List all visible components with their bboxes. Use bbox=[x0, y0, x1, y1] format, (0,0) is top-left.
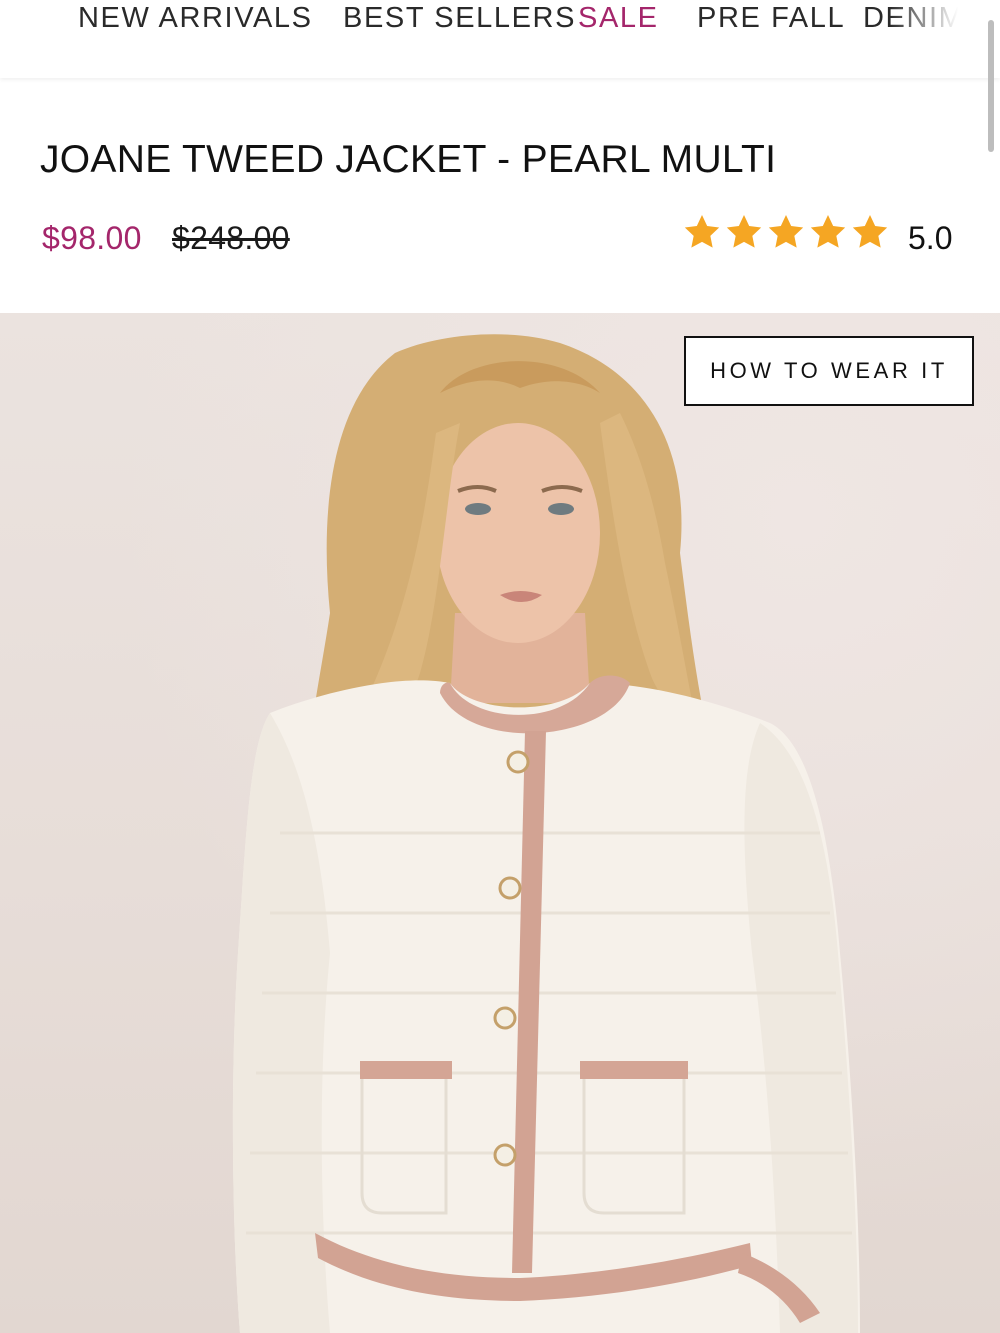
top-nav: NEW ARRIVALS BEST SELLERS SALE PRE FALL … bbox=[0, 0, 1000, 78]
star-icon bbox=[852, 215, 888, 248]
star-icon bbox=[810, 215, 846, 248]
rating-value[interactable]: 5.0 bbox=[908, 220, 952, 257]
original-price: $248.00 bbox=[172, 220, 290, 256]
page-scrollbar[interactable] bbox=[988, 20, 994, 152]
product-title: JOANE TWEED JACKET - PEARL MULTI bbox=[40, 138, 777, 181]
star-icon bbox=[768, 215, 804, 248]
star-icon bbox=[726, 215, 762, 248]
nav-item-sale[interactable]: SALE bbox=[578, 0, 659, 36]
sale-price: $98.00 bbox=[42, 220, 142, 256]
nav-item-pre-fall[interactable]: PRE FALL bbox=[697, 0, 845, 36]
nav-item-new-arrivals[interactable]: NEW ARRIVALS bbox=[78, 0, 313, 36]
star-icon bbox=[684, 215, 720, 248]
model-illustration bbox=[232, 334, 860, 1333]
nav-item-best-sellers[interactable]: BEST SELLERS bbox=[343, 0, 576, 36]
product-image[interactable] bbox=[0, 313, 1000, 1333]
nav-overflow-fade bbox=[890, 0, 970, 40]
how-to-wear-button[interactable]: HOW TO WEAR IT bbox=[684, 336, 974, 406]
